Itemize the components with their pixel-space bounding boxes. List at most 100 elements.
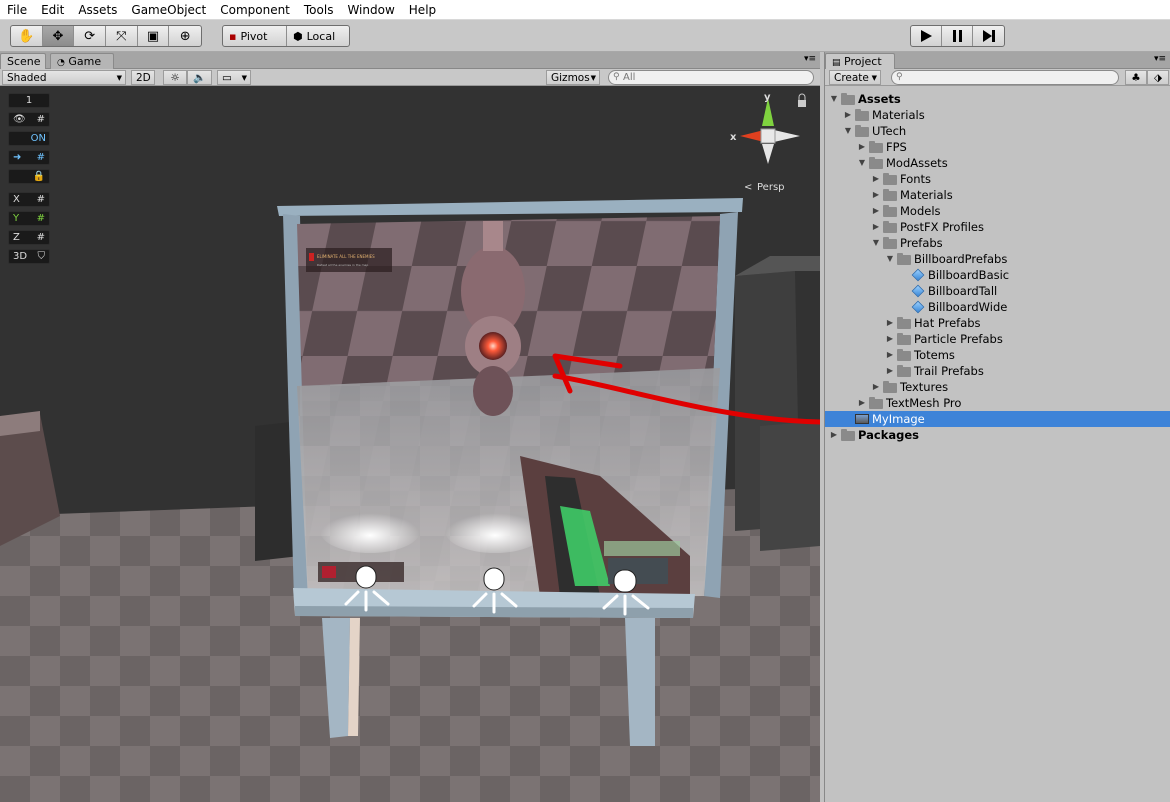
project-search-input[interactable]: ⚲	[891, 70, 1119, 85]
tree-item-textmesh-pro[interactable]: ▶ TextMesh Pro	[825, 395, 1170, 411]
step-button[interactable]	[973, 26, 1004, 46]
foldout-closed-icon[interactable]: ▶	[885, 363, 895, 379]
folder-icon	[841, 93, 855, 105]
tree-item-billboardtall[interactable]: BillboardTall	[825, 283, 1170, 299]
snap-toggle[interactable]: ON	[8, 131, 50, 146]
pause-button[interactable]	[942, 26, 973, 46]
shading-dropdown[interactable]: Shaded ▼	[2, 70, 126, 85]
play-button[interactable]	[911, 26, 942, 46]
tab-game-label: Game	[68, 55, 102, 68]
pivot-toggles: ▪ Pivot ⬢ Local	[222, 25, 350, 47]
foldout-closed-icon[interactable]: ▶	[829, 427, 839, 443]
x-grid-toggle[interactable]: X #	[8, 192, 50, 207]
tree-item-billboardwide[interactable]: BillboardWide	[825, 299, 1170, 315]
tree-item-fonts[interactable]: ▶ Fonts	[825, 171, 1170, 187]
menu-tools[interactable]: Tools	[297, 0, 341, 20]
tab-project[interactable]: ▤ Project	[825, 53, 895, 69]
rect-tool-button[interactable]: ▣	[138, 26, 170, 46]
toggle-2d-button[interactable]: 2D	[131, 70, 155, 85]
shapes-icon: ♣	[1131, 72, 1141, 84]
pivot-label: Pivot	[240, 29, 268, 43]
foldout-open-icon[interactable]: ▼	[885, 251, 895, 267]
tree-item-textures[interactable]: ▶ Textures	[825, 379, 1170, 395]
filter-type-button[interactable]: ♣	[1125, 70, 1147, 85]
visibility-toggle[interactable]: 👁 #	[8, 112, 50, 127]
tree-item-postfx-profiles[interactable]: ▶ PostFX Profiles	[825, 219, 1170, 235]
z-grid-toggle[interactable]: Z #	[8, 230, 50, 245]
tree-item-billboardprefabs[interactable]: ▼ BillboardPrefabs	[825, 251, 1170, 267]
foldout-closed-icon[interactable]: ▶	[871, 203, 881, 219]
menu-edit[interactable]: Edit	[34, 0, 71, 20]
menu-file[interactable]: File	[0, 0, 34, 20]
persp-label[interactable]: Persp	[757, 182, 785, 193]
transform-tool-button[interactable]: ⊕	[169, 26, 201, 46]
foldout-open-icon[interactable]: ▼	[843, 123, 853, 139]
foldout-closed-icon[interactable]: ▶	[857, 395, 867, 411]
y-grid-toggle[interactable]: Y #	[8, 211, 50, 226]
foldout-open-icon[interactable]: ▼	[829, 91, 839, 107]
effects-dropdown[interactable]: ▭ ▼	[217, 70, 251, 85]
tree-item-prefabs[interactable]: ▼ Prefabs	[825, 235, 1170, 251]
scene-search-input[interactable]: ⚲ All	[608, 70, 814, 85]
pivot-toggle[interactable]: ▪ Pivot	[223, 26, 287, 46]
foldout-closed-icon[interactable]: ▶	[871, 187, 881, 203]
tree-item-models[interactable]: ▶ Models	[825, 203, 1170, 219]
tree-item-billboardbasic[interactable]: BillboardBasic	[825, 267, 1170, 283]
filter-label-button[interactable]: ⬗	[1147, 70, 1169, 85]
step-icon	[982, 30, 995, 42]
tree-item-myimage[interactable]: MyImage	[825, 411, 1170, 427]
tree-label: ModAssets	[886, 156, 948, 170]
tree-item-utech[interactable]: ▼ UTech	[825, 123, 1170, 139]
lighting-toggle[interactable]: ☼	[163, 70, 187, 85]
prefab-icon	[911, 268, 925, 282]
tree-item-assets[interactable]: ▼ Assets	[825, 91, 1170, 107]
menu-gameobject[interactable]: GameObject	[124, 0, 213, 20]
folder-icon	[855, 125, 869, 137]
rotate-tool-button[interactable]: ⟳	[74, 26, 107, 46]
panel-menu-icon[interactable]: ▾≡	[1154, 54, 1166, 64]
tab-game[interactable]: ◔ Game	[50, 53, 114, 69]
x-grid-label: X	[13, 194, 20, 205]
foldout-closed-icon[interactable]: ▶	[843, 107, 853, 123]
tree-item-packages[interactable]: ▶ Packages	[825, 427, 1170, 443]
tree-label: PostFX Profiles	[900, 220, 984, 234]
grid-3d-toggle[interactable]: 3D ⛉	[8, 249, 50, 264]
menu-window[interactable]: Window	[340, 0, 401, 20]
grid-icon: #	[36, 152, 45, 163]
move-snap-toggle[interactable]: ➜ #	[8, 150, 50, 165]
create-dropdown[interactable]: Create ▼	[829, 70, 881, 85]
tree-item-materials[interactable]: ▶ Materials	[825, 107, 1170, 123]
hand-tool-button[interactable]: ✋	[11, 26, 43, 46]
local-toggle[interactable]: ⬢ Local	[287, 26, 349, 46]
scale-tool-button[interactable]: ⤧	[106, 26, 138, 46]
tree-item-trail-prefabs[interactable]: ▶ Trail Prefabs	[825, 363, 1170, 379]
tree-item-particle-prefabs[interactable]: ▶ Particle Prefabs	[825, 331, 1170, 347]
move-tool-button[interactable]: ✥	[42, 26, 75, 46]
audio-toggle[interactable]: 🔈	[187, 70, 212, 85]
tab-scene[interactable]: Scene	[0, 53, 46, 69]
foldout-open-icon[interactable]: ▼	[857, 155, 867, 171]
panel-menu-icon[interactable]: ▾≡	[804, 54, 816, 64]
menu-help[interactable]: Help	[402, 0, 443, 20]
menu-assets[interactable]: Assets	[71, 0, 124, 20]
lock-grid-toggle[interactable]: 🔒	[8, 169, 50, 184]
foldout-closed-icon[interactable]: ▶	[871, 171, 881, 187]
gizmos-dropdown[interactable]: Gizmos ▼	[546, 70, 600, 85]
tree-item-hat-prefabs[interactable]: ▶ Hat Prefabs	[825, 315, 1170, 331]
tree-item-modassets[interactable]: ▼ ModAssets	[825, 155, 1170, 171]
foldout-closed-icon[interactable]: ▶	[885, 315, 895, 331]
foldout-closed-icon[interactable]: ▶	[871, 379, 881, 395]
scene-viewport[interactable]: ELIMINATE ALL THE ENEMIES Defeat all the…	[0, 86, 820, 802]
foldout-closed-icon[interactable]: ▶	[885, 331, 895, 347]
menu-component[interactable]: Component	[213, 0, 297, 20]
tree-item-totems[interactable]: ▶ Totems	[825, 347, 1170, 363]
foldout-closed-icon[interactable]: ▶	[857, 139, 867, 155]
foldout-open-icon[interactable]: ▼	[871, 235, 881, 251]
foldout-closed-icon[interactable]: ▶	[871, 219, 881, 235]
gizmo-count-button[interactable]: 1	[8, 93, 50, 108]
snap-on-label: ON	[30, 133, 46, 144]
tree-item-materials-2[interactable]: ▶ Materials	[825, 187, 1170, 203]
tree-label: FPS	[886, 140, 907, 154]
tree-item-fps[interactable]: ▶ FPS	[825, 139, 1170, 155]
foldout-closed-icon[interactable]: ▶	[885, 347, 895, 363]
